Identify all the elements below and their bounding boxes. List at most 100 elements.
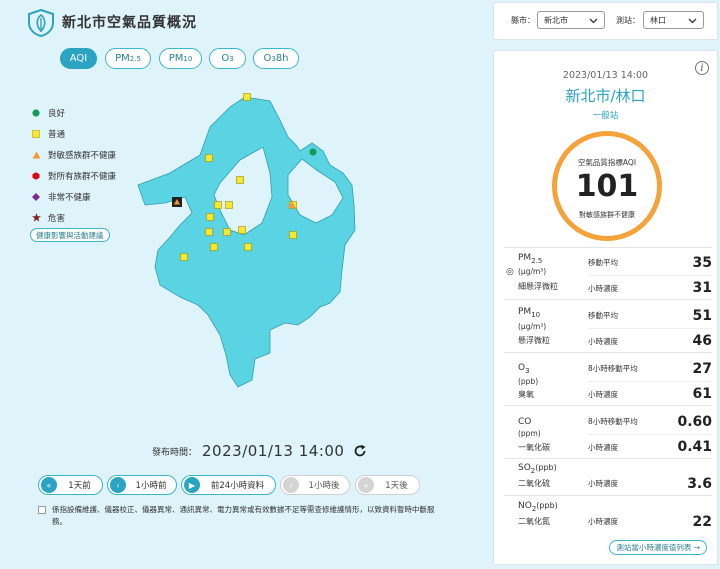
o3-name-sub: 3 (525, 366, 530, 375)
pm10-chinese-name: 懸浮微粒 (518, 336, 550, 345)
pollutant-o3: O3 (ppb) 臭氧 8小時移動平均 27 小時濃度 61 (504, 352, 712, 405)
legend-item-good: 良好 (30, 102, 116, 123)
legend-label-moderate: 普通 (48, 129, 66, 140)
o3-avg-label: 8小時移動平均 (588, 364, 638, 373)
station-marker-moderate[interactable] (243, 93, 251, 101)
tab-pm10-sub: 10 (183, 54, 193, 63)
station-marker-moderate[interactable] (214, 201, 222, 209)
so2-unit: (ppb) (535, 463, 557, 472)
next-day-label: 1天後 (385, 481, 408, 491)
o3-chinese-name: 臭氧 (518, 390, 534, 399)
overview-area: 新北市空氣品質概況 AQI PM 2.5 PM 10 O3 O3 8h 良好 普通 … (0, 0, 488, 569)
tab-o3-8h-suffix: 8h (275, 53, 289, 64)
next-hour-label: 1小時後 (308, 481, 340, 491)
aqi-label: 空氣品質指標AQI (577, 158, 637, 167)
no2-name: NO2(ppb) (518, 500, 558, 515)
station-marker-good[interactable] (309, 148, 317, 156)
county-label: 縣市： (511, 16, 535, 25)
pm25-avg-label: 移動平均 (588, 258, 618, 267)
red-hexagon-icon (32, 171, 40, 180)
tab-pm10[interactable]: PM 10 (159, 48, 202, 69)
prev-day-button[interactable]: « 1天前 (38, 475, 103, 495)
station-marker-moderate[interactable] (238, 226, 246, 234)
co-avg-value: 0.60 (677, 413, 712, 430)
county-select[interactable]: 新北市 (537, 11, 605, 29)
station-marker-moderate[interactable] (225, 201, 233, 209)
tab-o3-8h[interactable]: O3 8h (253, 48, 299, 69)
next-day-button[interactable]: » 1天後 (355, 475, 420, 495)
prev-hour-button[interactable]: ‹ 1小時前 (107, 475, 177, 495)
maintenance-square-icon (38, 506, 46, 514)
tab-pm25[interactable]: PM 2.5 (105, 48, 151, 69)
double-chevron-left-icon: « (41, 477, 57, 493)
station-select[interactable]: 林口 (643, 11, 704, 29)
prev-day-label: 1天前 (68, 481, 91, 491)
station-marker-moderate[interactable] (236, 176, 244, 184)
station-marker-moderate[interactable] (223, 228, 231, 236)
tab-pm25-sub: 2.5 (129, 54, 141, 63)
pm10-name-main: PM (518, 307, 532, 317)
co-hour-label: 小時濃度 (588, 442, 618, 452)
so2-name: SO2(ppb) (518, 462, 557, 477)
station-marker-moderate[interactable] (289, 231, 297, 239)
chevron-down-icon (589, 18, 598, 24)
map-region-new-taipei (137, 96, 356, 388)
tab-pm25-label: PM (115, 53, 130, 64)
double-chevron-right-icon: » (358, 477, 374, 493)
co-hour-value: 0.41 (677, 439, 712, 455)
tab-aqi[interactable]: AQI (60, 48, 97, 69)
o3-row-avg: 8小時移動平均 27 (588, 356, 712, 381)
station-marker-moderate[interactable] (206, 213, 214, 221)
pollutant-no2: NO2(ppb) 二氧化氮 小時濃度 22 (504, 495, 712, 533)
so2-row-hour: 小時濃度 3.6 (588, 471, 712, 496)
station-marker-selected[interactable] (172, 197, 182, 207)
pm10-hour-label: 小時濃度 (588, 336, 618, 346)
co-chinese-name: 一氧化碳 (518, 443, 550, 452)
no2-hour-value: 22 (692, 513, 712, 530)
pm25-row-avg: 移動平均 35 (588, 250, 712, 275)
station-marker-moderate[interactable] (205, 228, 213, 236)
legend-label-unhealthy: 對所有族群不健康 (48, 171, 117, 182)
maintenance-notice: 係指設備維護、儀器校正、儀器異常、通訊異常、電力異常或有效數據不足等需查修維護情… (38, 504, 448, 528)
publish-time-row: 發布時間： 2023/01/13 14:00 (152, 442, 367, 460)
health-advice-button[interactable]: 健康影響與活動建議 (30, 228, 110, 242)
tab-o3[interactable]: O3 (209, 48, 246, 69)
legend-label-sensitive: 對敏感族群不健康 (48, 150, 117, 161)
station-marker-moderate[interactable] (180, 253, 188, 261)
tab-aqi-label: AQI (69, 53, 88, 64)
past-24h-label: 前24小時資料 (210, 481, 265, 491)
co-avg-label: 8小時移動平均 (588, 417, 638, 426)
purple-diamond-icon (32, 192, 40, 201)
orange-triangle-icon (32, 151, 40, 158)
station-marker-moderate[interactable] (210, 243, 218, 251)
next-hour-button[interactable]: › 1小時後 (280, 475, 350, 495)
pollutant-co: CO (ppm) 一氧化碳 8小時移動平均 0.60 小時濃度 0.41 (504, 405, 712, 458)
station-marker-moderate[interactable] (244, 243, 252, 251)
publish-time: 2023/01/13 14:00 (202, 442, 345, 460)
pm10-unit: (μg/m³) (518, 322, 547, 331)
refresh-icon[interactable] (353, 444, 367, 458)
pm25-row-hour: 小時濃度 31 (588, 275, 712, 300)
hourly-list-link[interactable]: 測站當小時濃度值列表 → (609, 540, 707, 555)
aqi-legend: 良好 普通 對敏感族群不健康 對所有族群不健康 非常不健康 危害 (30, 102, 116, 228)
o3-hour-label: 小時濃度 (588, 389, 618, 399)
past-24h-button[interactable]: ▶ 前24小時資料 (181, 475, 276, 495)
so2-hour-label: 小時濃度 (588, 479, 618, 488)
yellow-square-icon (32, 129, 40, 138)
page-title: 新北市空氣品質概況 (62, 15, 197, 31)
pm25-name: PM2.5 (518, 252, 542, 267)
pm25-hour-label: 小時濃度 (588, 283, 618, 293)
station-marker-moderate[interactable] (205, 154, 213, 162)
legend-item-sensitive: 對敏感族群不健康 (30, 144, 116, 165)
no2-unit: (ppb) (536, 501, 558, 510)
legend-item-very-unhealthy: 非常不健康 (30, 186, 116, 207)
o3-avg-value: 27 (692, 360, 712, 377)
co-unit: (ppm) (518, 429, 541, 438)
legend-item-moderate: 普通 (30, 123, 116, 144)
pollutant-pm10: PM10 (μg/m³) 懸浮微粒 移動平均 51 小時濃度 46 (504, 299, 712, 352)
no2-row-hour: 小時濃度 22 (588, 509, 712, 534)
aqi-value: 101 (575, 169, 639, 204)
chevron-down-icon (688, 18, 697, 24)
no2-name-main: NO (518, 501, 532, 511)
station-type: 一般站 (592, 111, 619, 121)
